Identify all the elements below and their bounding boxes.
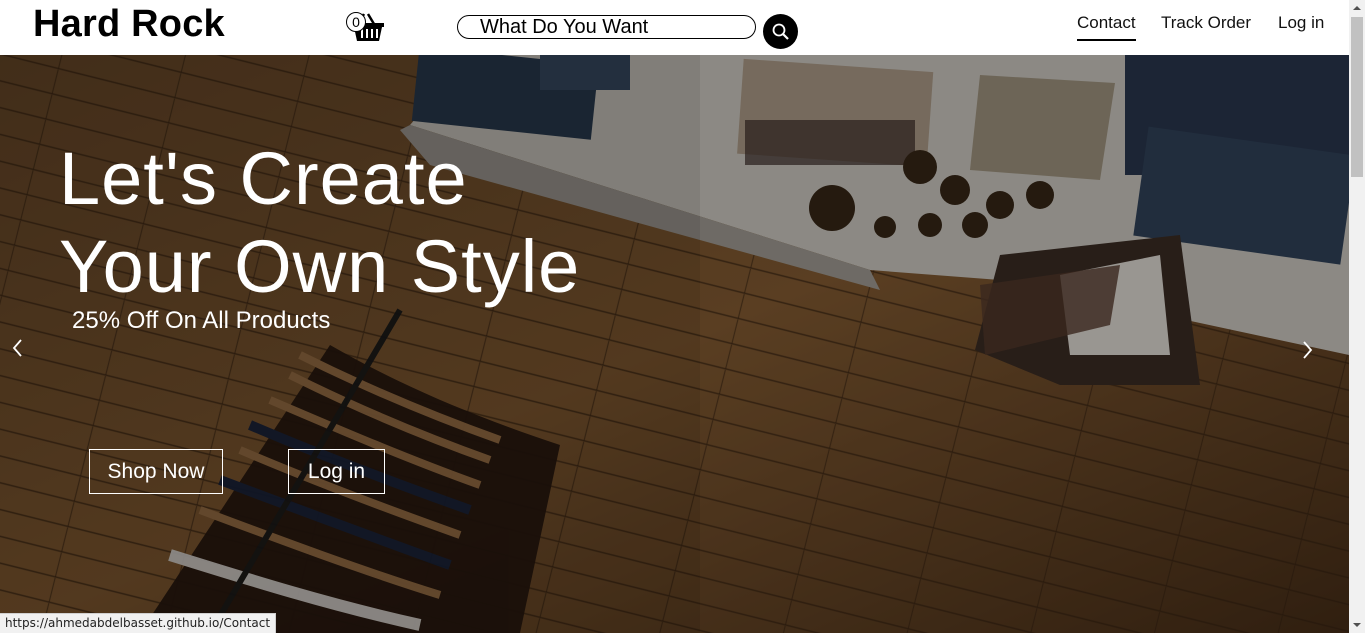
carousel-prev-button[interactable] <box>8 337 28 359</box>
hero-subtitle: 25% Off On All Products <box>72 307 331 334</box>
nav-contact[interactable]: Contact <box>1077 13 1136 41</box>
search-input[interactable] <box>457 15 756 39</box>
magnifier-icon <box>772 23 789 40</box>
brand-logo[interactable]: Hard Rock <box>33 3 225 46</box>
search-button[interactable] <box>763 14 798 49</box>
nav-login[interactable]: Log in <box>1278 13 1324 33</box>
site-header: Hard Rock 0 Contact Track Order Log in <box>0 0 1349 55</box>
link-status-bar: https://ahmedabdelbasset.github.io/Conta… <box>0 613 277 633</box>
cart-count-badge: 0 <box>346 12 366 32</box>
hero-carousel: Let's Create Your Own Style 25% Off On A… <box>0 55 1349 633</box>
hero-login-button[interactable]: Log in <box>288 449 385 494</box>
hero-title-line1: Let's Create <box>59 137 468 220</box>
hero-title-line2: Your Own Style <box>59 225 581 308</box>
chevron-left-icon <box>12 339 22 357</box>
nav-track-order[interactable]: Track Order <box>1161 13 1251 33</box>
hero-title: Let's Create Your Own Style <box>59 135 580 311</box>
carousel-next-button[interactable] <box>1297 339 1317 361</box>
shop-now-button[interactable]: Shop Now <box>89 449 223 494</box>
scroll-down-icon[interactable] <box>1349 617 1365 633</box>
chevron-right-icon <box>1303 341 1313 359</box>
scroll-up-icon[interactable] <box>1349 0 1365 16</box>
cart-button[interactable]: 0 <box>346 12 386 42</box>
scrollbar-thumb[interactable] <box>1351 17 1363 177</box>
page-scrollbar[interactable] <box>1349 0 1365 633</box>
